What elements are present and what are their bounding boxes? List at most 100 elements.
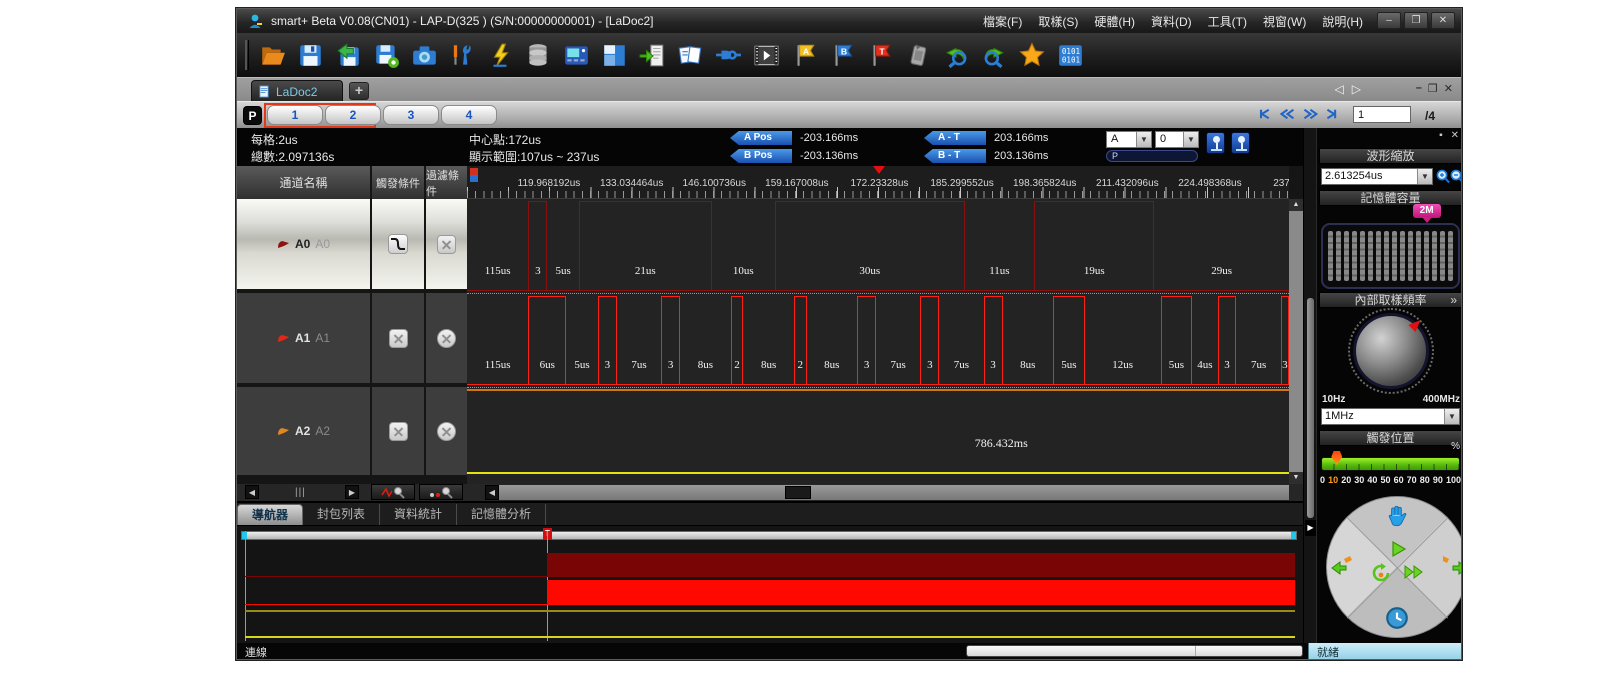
sample-rate-combo[interactable]: 1MHz▼ [1321,408,1460,425]
flag-t-icon[interactable]: T [865,40,895,70]
wave-scroll-thumb[interactable] [785,486,811,499]
play-icon[interactable] [1388,539,1408,559]
chevron-down-icon[interactable]: ▼ [1417,169,1432,184]
trigger-condition-cell[interactable] [372,387,426,475]
save-restore-icon[interactable] [333,40,363,70]
table-scroll-right-button[interactable]: ▶ [345,485,359,499]
channel-name-cell[interactable]: A1A1 [237,293,372,383]
doc-restore-button[interactable]: ❐ [1428,82,1438,95]
channel-row-a0[interactable]: A0A0 [237,199,467,291]
hand-pan-icon[interactable] [1384,503,1410,529]
page-button-2[interactable]: 2 [325,105,381,125]
menu-h[interactable]: 說明(H) [1316,11,1369,32]
time-ruler[interactable]: 119.968192us133.034464us146.100736us159.… [467,166,1289,199]
channel-row-a2[interactable]: A2A2 [237,387,467,477]
trigger-condition-cell[interactable] [372,199,426,289]
zoom-out-button[interactable] [1450,169,1462,184]
zoom-prev-icon[interactable] [941,40,971,70]
bottom-tab-3[interactable]: 資料統計 [380,504,457,525]
save-icon[interactable] [295,40,325,70]
memory-meter[interactable] [1321,223,1460,289]
trigger-icon[interactable] [485,40,515,70]
navigator-left-cursor[interactable] [245,531,246,641]
chevron-down-icon[interactable]: ▼ [1136,132,1151,147]
page-prev-button[interactable] [1279,107,1295,125]
marker-tag-b-t[interactable]: B - T [924,149,986,163]
waveform-hscrollbar[interactable]: ◀ [485,485,1289,500]
channel-row-a1[interactable]: A1A1 [237,293,467,385]
wave-scroll-up-button[interactable]: ▲ [1289,199,1303,211]
panel-pin-button[interactable]: ▪ [1439,130,1443,141]
close-button[interactable]: ✕ [1431,12,1455,29]
menu-d[interactable]: 資料(D) [1145,11,1198,32]
bottom-tab-4[interactable]: 記憶體分析 [457,504,546,525]
doc-minimize-button[interactable]: – [1416,82,1422,95]
page-prefix-button[interactable]: P [243,106,262,125]
tab-prev-button[interactable]: ◁ [1335,82,1344,96]
page-next-button[interactable] [1302,107,1318,125]
waveform-vscrollbar[interactable]: ▲ ▼ [1289,199,1303,484]
tab-next-button[interactable]: ▷ [1352,82,1361,96]
bottom-tab-2[interactable]: 封包列表 [303,504,380,525]
filter-condition-cell[interactable] [426,387,467,475]
connector-icon[interactable] [713,40,743,70]
col-filter-condition[interactable]: 過濾條件 [426,166,467,199]
page-button-3[interactable]: 3 [383,105,439,125]
data-search-button[interactable] [419,484,463,500]
no-trigger-icon[interactable] [389,329,408,348]
add-marker-b-button[interactable] [1231,132,1250,154]
jump-prev-edge-icon[interactable] [1330,555,1356,577]
save-as-icon[interactable] [371,40,401,70]
panel-splitter[interactable]: ▶ [1303,128,1316,643]
marker-a-flag-icon[interactable] [470,175,478,182]
menu-w[interactable]: 視窗(W) [1257,11,1312,32]
doc-tab-ladoc2[interactable]: LaDoc2 [251,80,343,102]
menu-t[interactable]: 工具(T) [1202,11,1253,32]
marker-tag-apos[interactable]: A Pos [730,131,792,145]
doc-close-button[interactable]: ✕ [1444,82,1453,95]
layout-icon[interactable] [599,40,629,70]
label-tag-icon[interactable] [903,40,933,70]
trigger-marker-icon[interactable] [873,166,885,180]
loop-icon[interactable] [1371,563,1391,583]
marker-tag-a-t[interactable]: A - T [924,131,986,145]
clock-icon[interactable] [1384,605,1410,631]
flag-a-icon[interactable]: A [789,40,819,70]
toolbar-grip[interactable] [245,40,249,70]
table-scroll-grip[interactable]: ||| [295,487,306,498]
compare-icon[interactable] [675,40,705,70]
navigator-range-bar[interactable] [241,531,1297,540]
marker-tag-bpos[interactable]: B Pos [730,149,792,163]
navigator-panel[interactable]: T [237,525,1303,643]
export-icon[interactable] [637,40,667,70]
marker-b-flag-icon[interactable] [470,168,478,175]
marker-index-combo[interactable]: 0▼ [1155,131,1199,148]
memory-icon[interactable] [523,40,553,70]
range-end-handle[interactable] [1291,532,1296,539]
binary-icon[interactable]: 01010101 [1055,40,1085,70]
favorite-icon[interactable] [1017,40,1047,70]
zoom-next-icon[interactable] [979,40,1009,70]
chevron-down-icon[interactable]: ▼ [1183,132,1198,147]
more-icon[interactable]: » [1450,293,1457,308]
no-filter-icon[interactable] [437,235,456,254]
zoom-value-combo[interactable]: 2.613254us▼ [1321,168,1433,185]
col-trigger-condition[interactable]: 觸發條件 [372,166,426,199]
no-filter-icon[interactable] [437,329,456,348]
fast-forward-icon[interactable] [1403,563,1425,581]
table-scroll-left-button[interactable]: ◀ [245,485,259,499]
capture-icon[interactable] [409,40,439,70]
channel-name-cell[interactable]: A0A0 [237,199,372,289]
page-last-button[interactable] [1325,107,1341,125]
splitter-scrollbar[interactable] [1307,298,1314,518]
chevron-down-icon[interactable]: ▼ [1444,409,1459,424]
video-icon[interactable] [751,40,781,70]
bottom-tab-1[interactable]: 導航器 [237,504,303,525]
minimize-button[interactable]: – [1377,12,1401,29]
no-trigger-icon[interactable] [389,422,408,441]
menu-s[interactable]: 取樣(S) [1032,11,1084,32]
navigation-wheel[interactable] [1326,496,1462,638]
trigger-condition-cell[interactable] [372,293,426,383]
panel-close-button[interactable]: ✕ [1451,130,1459,141]
page-number-input[interactable] [1353,106,1411,123]
